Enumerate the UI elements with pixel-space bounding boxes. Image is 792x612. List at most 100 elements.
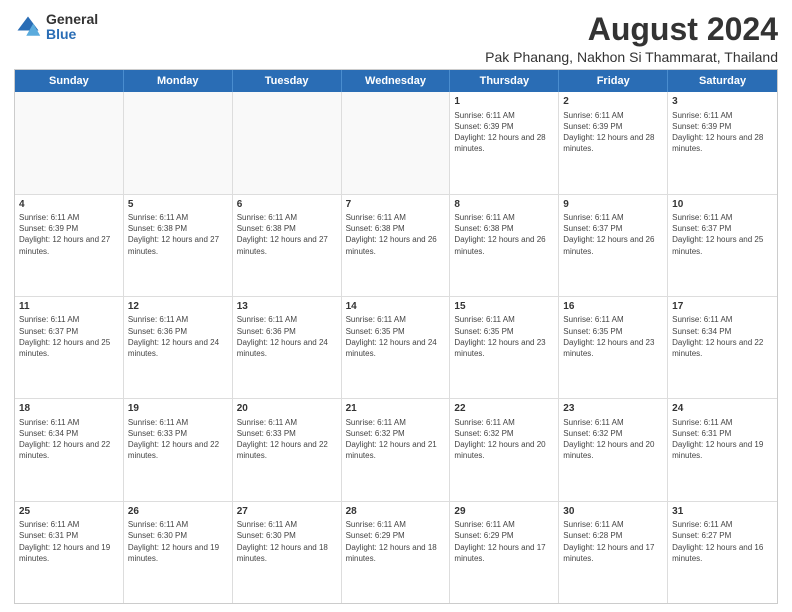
day-cell-31: 31Sunrise: 6:11 AMSunset: 6:27 PMDayligh…: [668, 502, 777, 603]
day-number: 15: [454, 300, 554, 314]
calendar-header: SundayMondayTuesdayWednesdayThursdayFrid…: [15, 70, 777, 92]
day-number: 27: [237, 505, 337, 519]
logo-icon: [14, 13, 42, 41]
day-cell-26: 26Sunrise: 6:11 AMSunset: 6:30 PMDayligh…: [124, 502, 233, 603]
day-number: 1: [454, 95, 554, 109]
day-number: 13: [237, 300, 337, 314]
day-number: 11: [19, 300, 119, 314]
week-row-2: 4Sunrise: 6:11 AMSunset: 6:39 PMDaylight…: [15, 195, 777, 297]
day-number: 7: [346, 198, 446, 212]
subtitle: Pak Phanang, Nakhon Si Thammarat, Thaila…: [485, 49, 778, 65]
day-cell-10: 10Sunrise: 6:11 AMSunset: 6:37 PMDayligh…: [668, 195, 777, 296]
calendar-body: 1Sunrise: 6:11 AMSunset: 6:39 PMDaylight…: [15, 92, 777, 603]
day-cell-23: 23Sunrise: 6:11 AMSunset: 6:32 PMDayligh…: [559, 399, 668, 500]
day-number: 20: [237, 402, 337, 416]
day-cell-11: 11Sunrise: 6:11 AMSunset: 6:37 PMDayligh…: [15, 297, 124, 398]
day-cell-15: 15Sunrise: 6:11 AMSunset: 6:35 PMDayligh…: [450, 297, 559, 398]
day-info: Sunrise: 6:11 AMSunset: 6:38 PMDaylight:…: [346, 212, 446, 257]
day-number: 9: [563, 198, 663, 212]
day-cell-13: 13Sunrise: 6:11 AMSunset: 6:36 PMDayligh…: [233, 297, 342, 398]
day-number: 8: [454, 198, 554, 212]
day-cell-2: 2Sunrise: 6:11 AMSunset: 6:39 PMDaylight…: [559, 92, 668, 193]
day-cell-25: 25Sunrise: 6:11 AMSunset: 6:31 PMDayligh…: [15, 502, 124, 603]
day-cell-1: 1Sunrise: 6:11 AMSunset: 6:39 PMDaylight…: [450, 92, 559, 193]
header-day-wednesday: Wednesday: [342, 70, 451, 92]
day-cell-4: 4Sunrise: 6:11 AMSunset: 6:39 PMDaylight…: [15, 195, 124, 296]
header-day-sunday: Sunday: [15, 70, 124, 92]
day-info: Sunrise: 6:11 AMSunset: 6:39 PMDaylight:…: [563, 110, 663, 155]
day-number: 31: [672, 505, 773, 519]
day-number: 28: [346, 505, 446, 519]
day-number: 14: [346, 300, 446, 314]
day-info: Sunrise: 6:11 AMSunset: 6:35 PMDaylight:…: [454, 314, 554, 359]
day-cell-29: 29Sunrise: 6:11 AMSunset: 6:29 PMDayligh…: [450, 502, 559, 603]
day-info: Sunrise: 6:11 AMSunset: 6:39 PMDaylight:…: [454, 110, 554, 155]
day-cell-5: 5Sunrise: 6:11 AMSunset: 6:38 PMDaylight…: [124, 195, 233, 296]
calendar: SundayMondayTuesdayWednesdayThursdayFrid…: [14, 69, 778, 604]
day-number: 5: [128, 198, 228, 212]
day-cell-7: 7Sunrise: 6:11 AMSunset: 6:38 PMDaylight…: [342, 195, 451, 296]
day-info: Sunrise: 6:11 AMSunset: 6:37 PMDaylight:…: [672, 212, 773, 257]
day-info: Sunrise: 6:11 AMSunset: 6:39 PMDaylight:…: [672, 110, 773, 155]
day-info: Sunrise: 6:11 AMSunset: 6:32 PMDaylight:…: [454, 417, 554, 462]
day-cell-12: 12Sunrise: 6:11 AMSunset: 6:36 PMDayligh…: [124, 297, 233, 398]
day-number: 19: [128, 402, 228, 416]
logo-blue: Blue: [46, 27, 98, 42]
day-info: Sunrise: 6:11 AMSunset: 6:34 PMDaylight:…: [672, 314, 773, 359]
day-info: Sunrise: 6:11 AMSunset: 6:28 PMDaylight:…: [563, 519, 663, 564]
day-number: 16: [563, 300, 663, 314]
day-info: Sunrise: 6:11 AMSunset: 6:36 PMDaylight:…: [128, 314, 228, 359]
day-number: 29: [454, 505, 554, 519]
day-info: Sunrise: 6:11 AMSunset: 6:32 PMDaylight:…: [346, 417, 446, 462]
day-info: Sunrise: 6:11 AMSunset: 6:35 PMDaylight:…: [346, 314, 446, 359]
day-info: Sunrise: 6:11 AMSunset: 6:36 PMDaylight:…: [237, 314, 337, 359]
day-number: 25: [19, 505, 119, 519]
day-cell-14: 14Sunrise: 6:11 AMSunset: 6:35 PMDayligh…: [342, 297, 451, 398]
day-number: 18: [19, 402, 119, 416]
day-cell-30: 30Sunrise: 6:11 AMSunset: 6:28 PMDayligh…: [559, 502, 668, 603]
week-row-3: 11Sunrise: 6:11 AMSunset: 6:37 PMDayligh…: [15, 297, 777, 399]
day-number: 17: [672, 300, 773, 314]
logo: General Blue: [14, 12, 98, 43]
day-cell-19: 19Sunrise: 6:11 AMSunset: 6:33 PMDayligh…: [124, 399, 233, 500]
day-cell-9: 9Sunrise: 6:11 AMSunset: 6:37 PMDaylight…: [559, 195, 668, 296]
logo-general: General: [46, 12, 98, 27]
page: General Blue August 2024 Pak Phanang, Na…: [0, 0, 792, 612]
day-info: Sunrise: 6:11 AMSunset: 6:34 PMDaylight:…: [19, 417, 119, 462]
header-day-friday: Friday: [559, 70, 668, 92]
day-number: 10: [672, 198, 773, 212]
header-day-monday: Monday: [124, 70, 233, 92]
day-number: 22: [454, 402, 554, 416]
day-cell-20: 20Sunrise: 6:11 AMSunset: 6:33 PMDayligh…: [233, 399, 342, 500]
week-row-1: 1Sunrise: 6:11 AMSunset: 6:39 PMDaylight…: [15, 92, 777, 194]
empty-cell: [124, 92, 233, 193]
day-cell-6: 6Sunrise: 6:11 AMSunset: 6:38 PMDaylight…: [233, 195, 342, 296]
day-info: Sunrise: 6:11 AMSunset: 6:29 PMDaylight:…: [346, 519, 446, 564]
day-info: Sunrise: 6:11 AMSunset: 6:32 PMDaylight:…: [563, 417, 663, 462]
day-info: Sunrise: 6:11 AMSunset: 6:30 PMDaylight:…: [237, 519, 337, 564]
day-cell-21: 21Sunrise: 6:11 AMSunset: 6:32 PMDayligh…: [342, 399, 451, 500]
header-day-thursday: Thursday: [450, 70, 559, 92]
day-cell-22: 22Sunrise: 6:11 AMSunset: 6:32 PMDayligh…: [450, 399, 559, 500]
day-number: 26: [128, 505, 228, 519]
day-info: Sunrise: 6:11 AMSunset: 6:37 PMDaylight:…: [19, 314, 119, 359]
day-info: Sunrise: 6:11 AMSunset: 6:35 PMDaylight:…: [563, 314, 663, 359]
logo-text: General Blue: [46, 12, 98, 43]
day-info: Sunrise: 6:11 AMSunset: 6:31 PMDaylight:…: [19, 519, 119, 564]
empty-cell: [233, 92, 342, 193]
week-row-5: 25Sunrise: 6:11 AMSunset: 6:31 PMDayligh…: [15, 502, 777, 603]
day-cell-8: 8Sunrise: 6:11 AMSunset: 6:38 PMDaylight…: [450, 195, 559, 296]
day-number: 30: [563, 505, 663, 519]
empty-cell: [342, 92, 451, 193]
day-number: 4: [19, 198, 119, 212]
day-info: Sunrise: 6:11 AMSunset: 6:38 PMDaylight:…: [454, 212, 554, 257]
day-info: Sunrise: 6:11 AMSunset: 6:39 PMDaylight:…: [19, 212, 119, 257]
day-info: Sunrise: 6:11 AMSunset: 6:38 PMDaylight:…: [237, 212, 337, 257]
day-cell-3: 3Sunrise: 6:11 AMSunset: 6:39 PMDaylight…: [668, 92, 777, 193]
empty-cell: [15, 92, 124, 193]
main-title: August 2024: [485, 12, 778, 47]
day-cell-28: 28Sunrise: 6:11 AMSunset: 6:29 PMDayligh…: [342, 502, 451, 603]
day-info: Sunrise: 6:11 AMSunset: 6:37 PMDaylight:…: [563, 212, 663, 257]
day-cell-24: 24Sunrise: 6:11 AMSunset: 6:31 PMDayligh…: [668, 399, 777, 500]
title-block: August 2024 Pak Phanang, Nakhon Si Thamm…: [485, 12, 778, 65]
